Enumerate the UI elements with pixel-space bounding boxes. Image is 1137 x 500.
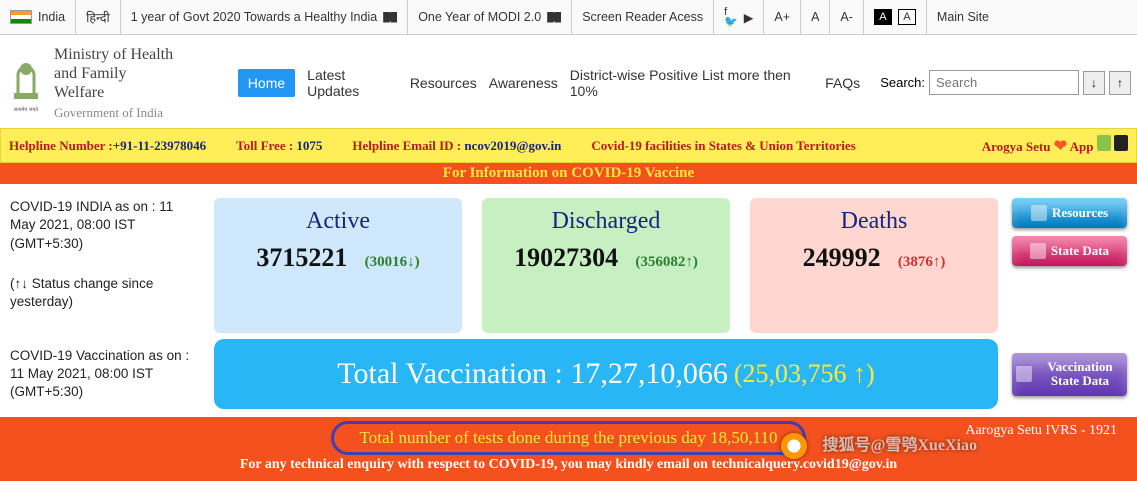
search-group: Search: ↓ ↑ (880, 70, 1131, 95)
discharged-title: Discharged (490, 208, 722, 235)
active-delta: (30016↓) (365, 254, 420, 271)
main-nav: Home Latest Updates Resources Awareness … (238, 67, 860, 99)
india-flag-icon (10, 10, 32, 24)
total-vaccination-bar: Total Vaccination : 17,27,10,066 (25,03,… (214, 339, 998, 409)
footer-banner: Total number of tests done during the pr… (0, 417, 1137, 481)
helpline-email: Helpline Email ID : ncov2019@gov.in (352, 138, 561, 154)
discharged-card: Discharged 19027304 (356082↑) (482, 198, 730, 333)
discharged-delta: (356082↑) (635, 254, 698, 271)
nav-latest-updates[interactable]: Latest Updates (307, 67, 398, 99)
font-increase[interactable]: A+ (764, 0, 801, 35)
emblem-icon: सत्यमेव जयते (6, 53, 46, 113)
discharged-count: 19027304 (514, 243, 618, 272)
contrast-light[interactable]: A (898, 9, 916, 25)
nav-home[interactable]: Home (238, 69, 295, 97)
stats-meta: COVID-19 INDIA as on : 11 May 2021, 08:0… (10, 198, 200, 333)
arogya-ivrs: Aarogya Setu IVRS - 1921 (965, 423, 1117, 439)
helpline-number: Helpline Number :+91-11-23978046 (9, 138, 206, 154)
resources-button[interactable]: Resources (1012, 198, 1127, 228)
deaths-delta: (3876↑) (898, 254, 946, 271)
watermark-icon (781, 433, 807, 459)
modi-2-link[interactable]: One Year of MODI 2.0 (408, 0, 572, 35)
facilities-link[interactable]: Covid-19 facilities in States & Union Te… (591, 138, 855, 154)
font-default[interactable]: A (801, 0, 830, 35)
social-links[interactable]: f🐦▶ (714, 0, 764, 35)
youtube-icon[interactable]: ▶ (744, 10, 754, 25)
as-of-text: COVID-19 INDIA as on : 11 May 2021, 08:0… (10, 198, 200, 253)
vaccination-label: Total Vaccination : 17,27,10,066 (337, 357, 728, 391)
deaths-count: 249992 (803, 243, 881, 272)
android-icon[interactable] (1097, 135, 1111, 151)
apple-icon[interactable] (1114, 135, 1128, 151)
active-card: Active 3715221 (30016↓) (214, 198, 462, 333)
heart-icon: ❤ (1054, 138, 1067, 155)
vaccine-info-banner[interactable]: For Information on COVID-19 Vaccine (0, 163, 1137, 184)
ministry-line1: Ministry of Health (54, 45, 178, 64)
arogya-setu-app[interactable]: Arogya Setu ❤ App (982, 135, 1128, 156)
nav-awareness[interactable]: Awareness (489, 75, 558, 91)
twitter-icon[interactable]: 🐦 (724, 17, 738, 27)
active-count: 3715221 (256, 243, 347, 272)
country-label: India (38, 10, 65, 24)
ministry-line3: Government of India (54, 105, 178, 121)
vaccination-section: COVID-19 Vaccination as on : 11 May 2021… (0, 333, 1137, 409)
sort-up-button[interactable]: ↑ (1109, 71, 1131, 95)
main-site-link[interactable]: Main Site (927, 0, 999, 35)
country-selector[interactable]: India (0, 0, 76, 35)
watermark-text: 搜狐号@雪鸮XueXiao (823, 431, 977, 455)
search-input[interactable] (929, 70, 1079, 95)
deaths-title: Deaths (758, 208, 990, 235)
screen-reader-link[interactable]: Screen Reader Acess (572, 0, 714, 35)
nav-district-list[interactable]: District-wise Positive List more then 10… (570, 67, 813, 99)
stats-section: COVID-19 INDIA as on : 11 May 2021, 08:0… (0, 184, 1137, 333)
side-buttons-2: Vaccination State Data (1012, 353, 1127, 396)
resources-icon (1031, 205, 1047, 221)
book-icon (383, 12, 397, 23)
syringe-icon (1016, 366, 1032, 382)
book-icon (547, 12, 561, 23)
contrast-dark[interactable]: A (874, 9, 892, 25)
modi-2-label: One Year of MODI 2.0 (418, 10, 541, 24)
helpline-bar: Helpline Number :+91-11-23978046 Toll Fr… (0, 128, 1137, 163)
nav-resources[interactable]: Resources (410, 75, 477, 91)
vaccination-state-data-button[interactable]: Vaccination State Data (1012, 353, 1127, 396)
stat-cards: Active 3715221 (30016↓) Discharged 19027… (214, 198, 998, 333)
nav-faqs[interactable]: FAQs (825, 75, 860, 91)
gov-2020-label: 1 year of Govt 2020 Towards a Healthy In… (131, 10, 377, 24)
side-buttons: Resources State Data (1012, 198, 1127, 333)
font-decrease[interactable]: A- (830, 0, 864, 35)
svg-text:सत्यमेव जयते: सत्यमेव जयते (14, 106, 38, 113)
lang-hindi[interactable]: हिन्दी (76, 0, 121, 35)
tests-count: Total number of tests done during the pr… (331, 421, 807, 455)
site-header: सत्यमेव जयते Ministry of Health and Fami… (0, 35, 1137, 128)
vaccination-asof: COVID-19 Vaccination as on : 11 May 2021… (10, 347, 200, 402)
contrast-toggles: A A (864, 0, 927, 35)
ministry-title: Ministry of Health and Family Welfare Go… (54, 45, 178, 120)
state-data-button[interactable]: State Data (1012, 236, 1127, 266)
toll-free: Toll Free : 1075 (236, 138, 322, 154)
sort-down-button[interactable]: ↓ (1083, 71, 1105, 95)
change-note: (↑↓ Status change since yesterday) (10, 275, 200, 311)
gov-2020-link[interactable]: 1 year of Govt 2020 Towards a Healthy In… (121, 0, 408, 35)
vaccination-delta: (25,03,756 ↑) (734, 359, 875, 389)
vaccination-meta: COVID-19 Vaccination as on : 11 May 2021… (10, 347, 200, 402)
state-data-icon (1030, 243, 1046, 259)
search-label: Search: (880, 75, 925, 90)
active-title: Active (222, 208, 454, 235)
utility-topbar: India हिन्दी 1 year of Govt 2020 Towards… (0, 0, 1137, 35)
technical-enquiry-text: For any technical enquiry with respect t… (8, 457, 1129, 473)
deaths-card: Deaths 249992 (3876↑) (750, 198, 998, 333)
ministry-line2: and Family Welfare (54, 64, 178, 102)
